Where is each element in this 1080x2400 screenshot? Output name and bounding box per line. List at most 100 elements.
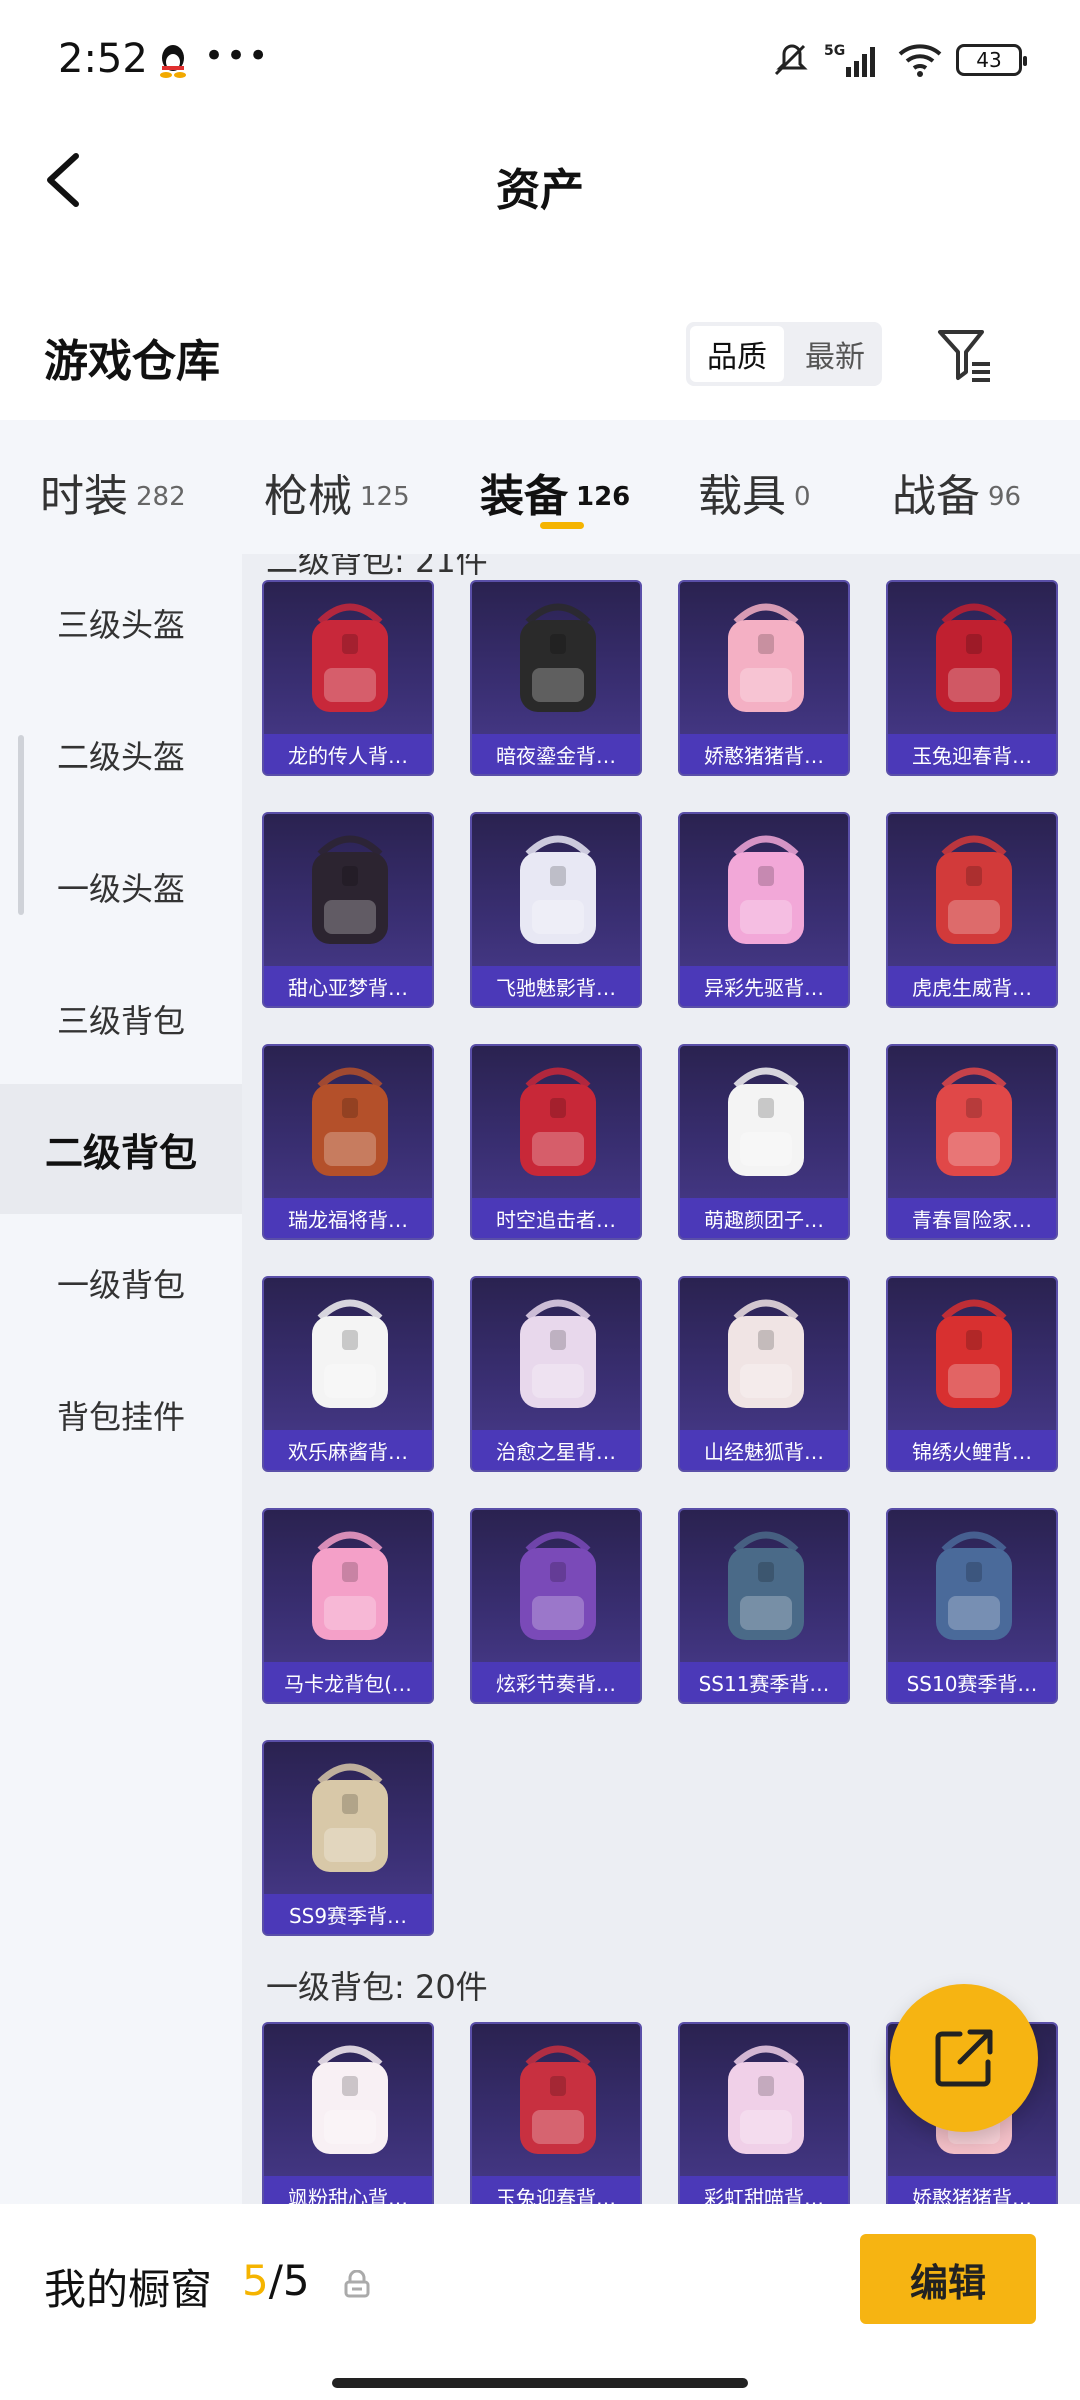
- item-card[interactable]: 玉兔迎春背…: [470, 2022, 642, 2204]
- backpack-icon: [312, 2045, 388, 2154]
- backpack-icon: [728, 2045, 804, 2154]
- showcase-total: /5: [268, 2256, 310, 2305]
- tab-label: 战备: [892, 471, 980, 522]
- backpack-icon: [520, 835, 596, 944]
- item-card[interactable]: 锦绣火鲤背…: [886, 1276, 1058, 1472]
- item-card[interactable]: 娇憨猪猪背…: [678, 580, 850, 776]
- section-header-level2: 二级背包: 21件: [266, 554, 488, 580]
- battery-level: 43: [976, 48, 1002, 72]
- filter-icon[interactable]: [936, 326, 994, 384]
- item-card[interactable]: 萌趣颜团子…: [678, 1044, 850, 1240]
- item-name: 时空追击者…: [472, 1198, 640, 1238]
- item-name: 山经魅狐背…: [680, 1430, 848, 1470]
- item-card[interactable]: 异彩先驱背…: [678, 812, 850, 1008]
- backpack-icon: [312, 835, 388, 944]
- backpack-icon: [728, 1531, 804, 1640]
- active-tab-indicator: [540, 522, 584, 529]
- tab-count: 282: [136, 482, 186, 512]
- item-card[interactable]: 甜心亚梦背…: [262, 812, 434, 1008]
- item-card[interactable]: SS11赛季背…: [678, 1508, 850, 1704]
- tab-label: 装备: [480, 471, 568, 522]
- status-time: 2:52: [58, 36, 148, 82]
- sort-quality-button[interactable]: 品质: [690, 326, 784, 382]
- item-name: 欢乐麻酱背…: [264, 1430, 432, 1470]
- edit-button[interactable]: 编辑: [860, 2234, 1036, 2324]
- item-name: 锦绣火鲤背…: [888, 1430, 1056, 1470]
- item-card[interactable]: SS10赛季背…: [886, 1508, 1058, 1704]
- bottom-bar: 我的橱窗 5/5 编辑: [0, 2204, 1080, 2400]
- tab-vehicles[interactable]: 载具 0: [698, 460, 811, 524]
- item-card[interactable]: 瑞龙福将背…: [262, 1044, 434, 1240]
- item-card[interactable]: 欢乐麻酱背…: [262, 1276, 434, 1472]
- backpack-icon: [520, 1531, 596, 1640]
- backpack-icon: [936, 1299, 1012, 1408]
- backpack-icon: [520, 1067, 596, 1176]
- item-name: 娇憨猪猪背…: [680, 734, 848, 774]
- item-name: 甜心亚梦背…: [264, 966, 432, 1006]
- item-card[interactable]: 龙的传人背…: [262, 580, 434, 776]
- tab-label: 时装: [40, 471, 128, 522]
- item-card[interactable]: SS9赛季背…: [262, 1740, 434, 1936]
- backpack-icon: [312, 1531, 388, 1640]
- tab-label: 载具: [698, 471, 786, 522]
- sidebar-item-helmet-1[interactable]: 一级头盔: [0, 822, 242, 952]
- share-icon: [935, 2029, 993, 2087]
- item-name: 青春冒险家…: [888, 1198, 1056, 1238]
- backpack-icon: [312, 603, 388, 712]
- signal-icon: 5G: [824, 43, 875, 77]
- sidebar-item-backpack-charm[interactable]: 背包挂件: [0, 1350, 242, 1480]
- item-card[interactable]: 山经魅狐背…: [678, 1276, 850, 1472]
- section-header-level1: 一级背包: 20件: [266, 1968, 488, 2006]
- item-card[interactable]: 暗夜鎏金背…: [470, 580, 642, 776]
- sidebar: 三级头盔 二级头盔 一级头盔 三级背包 二级背包 一级背包 背包挂件: [0, 554, 242, 2204]
- item-name: SS11赛季背…: [680, 1662, 848, 1702]
- tab-equipment[interactable]: 装备 126: [480, 460, 630, 524]
- backpack-icon: [312, 1299, 388, 1408]
- item-card[interactable]: 飞驰魅影背…: [470, 812, 642, 1008]
- item-card[interactable]: 马卡龙背包(…: [262, 1508, 434, 1704]
- item-name: 虎虎生威背…: [888, 966, 1056, 1006]
- wifi-icon: [898, 44, 942, 77]
- mute-icon: [774, 44, 808, 76]
- item-card[interactable]: 炫彩节奏背…: [470, 1508, 642, 1704]
- item-card[interactable]: 治愈之星背…: [470, 1276, 642, 1472]
- sort-toggle: 品质 最新: [686, 322, 882, 386]
- sidebar-scrollbar[interactable]: [18, 735, 24, 915]
- tab-count: 125: [360, 482, 410, 512]
- item-name: 娇憨猪猪背…: [888, 2176, 1056, 2204]
- sidebar-item-helmet-2[interactable]: 二级头盔: [0, 690, 242, 820]
- backpack-icon: [728, 1299, 804, 1408]
- tab-guns[interactable]: 枪械 125: [264, 460, 410, 524]
- lock-icon: [344, 2270, 370, 2298]
- tab-supplies[interactable]: 战备 96: [892, 460, 1021, 524]
- item-grid[interactable]: 二级背包: 21件 一级背包: 20件 龙的传人背… 暗夜鎏金背… 娇憨猪猪背… 玉兔…: [242, 554, 1080, 2204]
- item-card[interactable]: 飒粉甜心背…: [262, 2022, 434, 2204]
- tab-count: 96: [988, 482, 1022, 512]
- showcase-label: 我的橱窗: [44, 2265, 213, 2314]
- share-button[interactable]: [890, 1984, 1038, 2132]
- sidebar-item-backpack-1[interactable]: 一级背包: [0, 1218, 242, 1348]
- tab-count: 0: [794, 482, 811, 512]
- status-bar: 2:52 ••• 5G 43: [0, 0, 1080, 120]
- backpack-icon: [936, 835, 1012, 944]
- item-card[interactable]: 玉兔迎春背…: [886, 580, 1058, 776]
- item-name: 暗夜鎏金背…: [472, 734, 640, 774]
- tab-fashion[interactable]: 时装 282: [40, 460, 186, 524]
- item-card[interactable]: 时空追击者…: [470, 1044, 642, 1240]
- backpack-icon: [520, 603, 596, 712]
- backpack-icon: [312, 1763, 388, 1872]
- sidebar-item-backpack-2[interactable]: 二级背包: [0, 1084, 242, 1214]
- backpack-icon: [936, 1067, 1012, 1176]
- home-indicator[interactable]: [332, 2378, 748, 2388]
- backpack-icon: [728, 835, 804, 944]
- item-card[interactable]: 虎虎生威背…: [886, 812, 1058, 1008]
- sort-newest-button[interactable]: 最新: [788, 322, 882, 386]
- item-card[interactable]: 青春冒险家…: [886, 1044, 1058, 1240]
- backpack-icon: [520, 2045, 596, 2154]
- sidebar-item-backpack-3[interactable]: 三级背包: [0, 954, 242, 1084]
- sidebar-item-helmet-3[interactable]: 三级头盔: [0, 558, 242, 688]
- item-name: 玉兔迎春背…: [472, 2176, 640, 2204]
- battery-indicator: 43: [956, 44, 1027, 76]
- showcase-current: 5: [242, 2256, 269, 2305]
- item-card[interactable]: 彩虹甜喵背…: [678, 2022, 850, 2204]
